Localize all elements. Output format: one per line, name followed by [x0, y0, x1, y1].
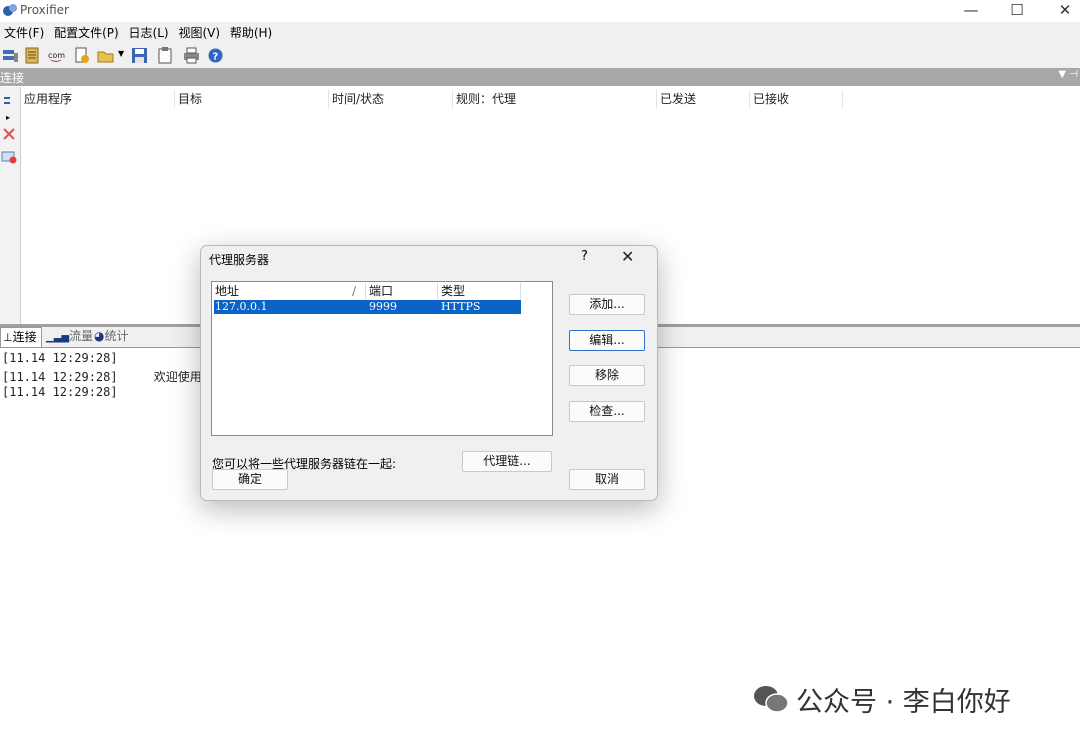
- menu-view[interactable]: 视图(V): [175, 22, 223, 44]
- tab-connections[interactable]: ⊥连接: [0, 327, 42, 347]
- dialog-help-button[interactable]: ?: [581, 249, 588, 264]
- column-separator[interactable]: [365, 283, 366, 299]
- menu-file[interactable]: 文件(F): [1, 22, 47, 44]
- maximize-button[interactable]: ☐: [994, 0, 1040, 22]
- traffic-chart-icon: ▁▃▅: [46, 332, 70, 343]
- tab-traffic-label: 流量: [69, 329, 94, 343]
- title-bar: Proxifier — ☐ ✕: [0, 0, 1080, 22]
- minimize-button[interactable]: —: [948, 0, 994, 22]
- proxy-list[interactable]: 地址 ∕ 端口 类型 127.0.0.1 9999 HTTPS: [211, 281, 553, 436]
- column-separator[interactable]: [437, 283, 438, 299]
- column-separator[interactable]: [656, 90, 657, 108]
- column-separator[interactable]: [328, 90, 329, 108]
- toolbar: com ▼ ?: [0, 44, 1080, 69]
- connections-panel-title: 连接: [0, 71, 25, 85]
- proxy-servers-dialog: 代理服务器 ? ✕ 地址 ∕ 端口 类型 127.0.0.1 9999 HTTP…: [200, 245, 658, 501]
- add-button[interactable]: 添加...: [569, 294, 645, 315]
- save-profile-icon[interactable]: [131, 47, 148, 64]
- tab-traffic[interactable]: ▁▃▅流量: [44, 327, 97, 346]
- rules-icon[interactable]: [24, 47, 41, 64]
- proxifier-logo-icon: [3, 4, 17, 16]
- open-profile-icon[interactable]: [97, 47, 114, 64]
- svg-text:?: ?: [213, 52, 219, 63]
- clipboard-icon[interactable]: [157, 47, 174, 64]
- column-application[interactable]: 应用程序: [24, 90, 72, 108]
- column-separator[interactable]: [842, 90, 843, 108]
- expand-tree-icon[interactable]: [1, 94, 17, 108]
- dialog-close-button[interactable]: ✕: [621, 247, 634, 266]
- edit-button[interactable]: 编辑...: [569, 330, 645, 351]
- collapse-arrow-icon[interactable]: ▸: [6, 113, 10, 122]
- ok-button[interactable]: 确定: [212, 469, 288, 490]
- column-separator[interactable]: [174, 90, 175, 108]
- sort-indicator-icon: ∕: [352, 284, 357, 298]
- watermark-text: 公众号 · 李白你好: [796, 687, 1011, 718]
- proxy-servers-icon[interactable]: [2, 47, 19, 64]
- connections-panel-header: 连接 ▼ ⊣: [0, 68, 1080, 86]
- proxy-address: 127.0.0.1: [215, 300, 268, 313]
- statistics-pie-icon: ◕: [94, 329, 105, 343]
- column-rule-proxy[interactable]: 规则：代理: [456, 90, 516, 108]
- log-line: [11.14 12:29:28] 欢迎使用 Pro: [2, 370, 231, 384]
- menu-bar: 文件(F) 配置文件(P) 日志(L) 视图(V) 帮助(H): [0, 22, 1080, 44]
- menu-log[interactable]: 日志(L): [126, 22, 172, 44]
- svg-text:com: com: [48, 51, 65, 60]
- print-icon[interactable]: [183, 47, 200, 64]
- tab-connections-label: 连接: [12, 330, 37, 344]
- column-received[interactable]: 已接收: [753, 90, 789, 108]
- column-separator[interactable]: [452, 90, 453, 108]
- column-time-status[interactable]: 时间/状态: [332, 90, 384, 108]
- cancel-button[interactable]: 取消: [569, 469, 645, 490]
- remove-button[interactable]: 移除: [569, 365, 645, 386]
- log-line: [11.14 12:29:28]: [2, 385, 118, 399]
- column-separator[interactable]: [749, 90, 750, 108]
- dropdown-arrow-icon[interactable]: ▼: [118, 49, 124, 58]
- proxy-port: 9999: [369, 300, 397, 313]
- log-line: [11.14 12:29:28]: [2, 351, 118, 365]
- connections-side-toolbar: ▸: [0, 87, 21, 324]
- advanced-icon[interactable]: [73, 47, 90, 64]
- column-separator[interactable]: [520, 283, 521, 299]
- column-target[interactable]: 目标: [178, 90, 202, 108]
- close-window-button[interactable]: ✕: [1042, 0, 1080, 22]
- column-sent[interactable]: 已发送: [660, 90, 696, 108]
- close-connection-icon[interactable]: [1, 127, 17, 141]
- proxy-type: HTTPS: [441, 300, 481, 313]
- connections-tab-icon: ⊥: [3, 331, 13, 344]
- tab-statistics-label: 统计: [104, 329, 129, 343]
- menu-profile[interactable]: 配置文件(P): [51, 22, 122, 44]
- check-button[interactable]: 检查...: [569, 401, 645, 422]
- window-title: Proxifier: [20, 3, 69, 17]
- wechat-logo-icon: [754, 686, 789, 713]
- column-port[interactable]: 端口: [369, 283, 393, 299]
- kill-connection-icon[interactable]: [1, 150, 17, 164]
- help-icon[interactable]: ?: [207, 47, 224, 64]
- tab-statistics[interactable]: ◕统计: [92, 327, 133, 346]
- proxy-chain-button[interactable]: 代理链...: [462, 451, 552, 472]
- dialog-title: 代理服务器: [209, 253, 270, 267]
- column-address[interactable]: 地址: [215, 283, 239, 299]
- name-resolution-icon[interactable]: com: [48, 47, 65, 64]
- menu-help[interactable]: 帮助(H): [227, 22, 275, 44]
- panel-pin-icon[interactable]: ▼ ⊣: [1058, 69, 1078, 80]
- column-type[interactable]: 类型: [441, 283, 465, 299]
